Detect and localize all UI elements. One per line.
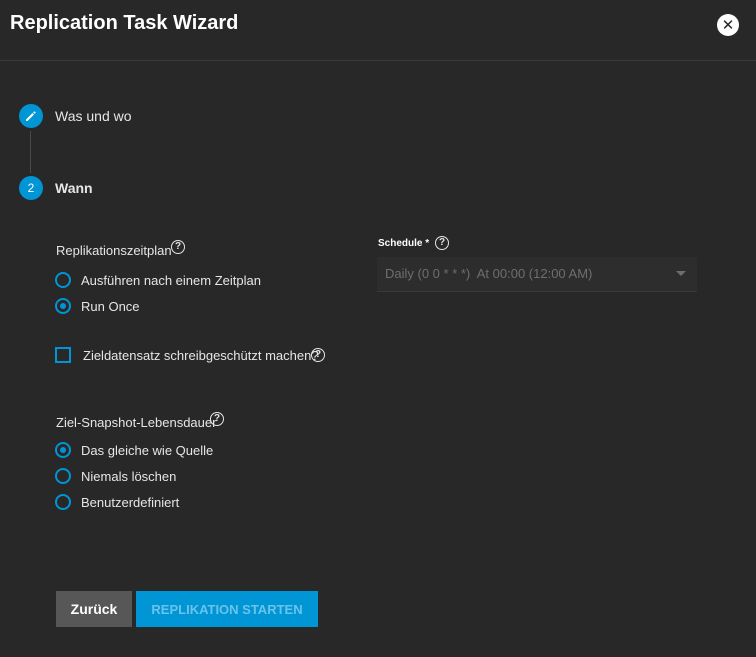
radio-label: Run Once	[81, 298, 140, 314]
step-label-when[interactable]: Wann	[55, 180, 93, 196]
radio-never-delete[interactable]: Niemals löschen	[55, 468, 176, 484]
radio-run-on-schedule[interactable]: Ausführen nach einem Zeitplan	[55, 272, 261, 288]
radio-same-as-source[interactable]: Das gleiche wie Quelle	[55, 442, 213, 458]
snapshot-lifetime-label: Ziel-Snapshot-Lebensdauer	[56, 415, 217, 430]
readonly-checkbox-label: Zieldatensatz schreibgeschützt machen?	[83, 347, 319, 363]
step-number-badge[interactable]: 2	[19, 176, 43, 200]
schedule-select[interactable]: Daily (0 0 * * *) At 00:00 (12:00 AM)	[377, 257, 697, 292]
radio-label: Das gleiche wie Quelle	[81, 442, 214, 458]
radio-button[interactable]	[55, 494, 71, 510]
radio-button[interactable]	[55, 468, 71, 484]
pencil-icon[interactable]	[19, 104, 43, 128]
radio-button[interactable]	[55, 272, 71, 288]
radio-label: Niemals löschen	[81, 468, 177, 484]
back-button[interactable]: Zurück	[56, 591, 132, 627]
step-connector	[30, 131, 31, 173]
help-icon[interactable]: ?	[435, 236, 449, 250]
schedule-select-value: Daily (0 0 * * *) At 00:00 (12:00 AM)	[385, 266, 593, 281]
schedule-type-label: Replikationszeitplan	[56, 243, 172, 258]
chevron-down-icon	[676, 271, 686, 276]
radio-button[interactable]	[55, 442, 71, 458]
radio-run-once[interactable]: Run Once	[55, 298, 140, 314]
dialog-title: Replication Task Wizard	[10, 12, 239, 34]
radio-label: Benutzerdefiniert	[81, 494, 180, 510]
readonly-checkbox-row[interactable]: Zieldatensatz schreibgeschützt machen?	[55, 347, 319, 363]
radio-custom[interactable]: Benutzerdefiniert	[55, 494, 179, 510]
close-icon[interactable]: ✕	[717, 14, 739, 36]
radio-button[interactable]	[55, 298, 71, 314]
help-icon[interactable]: ?	[210, 412, 224, 426]
readonly-checkbox[interactable]	[55, 347, 71, 363]
help-icon[interactable]: ?	[171, 240, 185, 254]
help-icon[interactable]: ?	[311, 348, 325, 362]
radio-label: Ausführen nach einem Zeitplan	[81, 272, 261, 288]
step-label-what-where[interactable]: Was und wo	[55, 108, 132, 124]
schedule-label: Schedule *	[378, 238, 430, 249]
dialog-header: Replication Task Wizard ✕	[0, 0, 756, 61]
start-replication-button[interactable]: REPLIKATION STARTEN	[136, 591, 318, 627]
